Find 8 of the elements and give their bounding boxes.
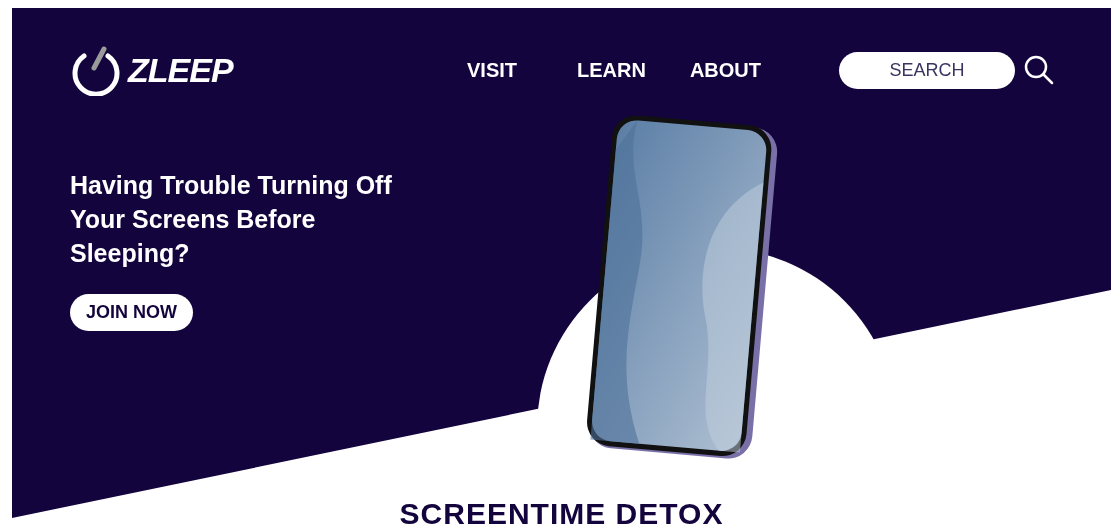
- nav-link[interactable]: VISIT: [445, 58, 555, 82]
- search-field[interactable]: SEARCH: [839, 51, 1015, 89]
- nav-link[interactable]: LEARN: [555, 58, 668, 82]
- join-button[interactable]: JOIN NOW: [70, 294, 193, 331]
- nav-link[interactable]: ABOUT: [667, 58, 783, 82]
- hero-headline: Having Trouble Turning Off Your Screens Before Sleeping?: [70, 170, 393, 269]
- logo-text: ZLEEP: [128, 50, 233, 90]
- section-title: SCREENTIME DETOX: [399, 498, 724, 527]
